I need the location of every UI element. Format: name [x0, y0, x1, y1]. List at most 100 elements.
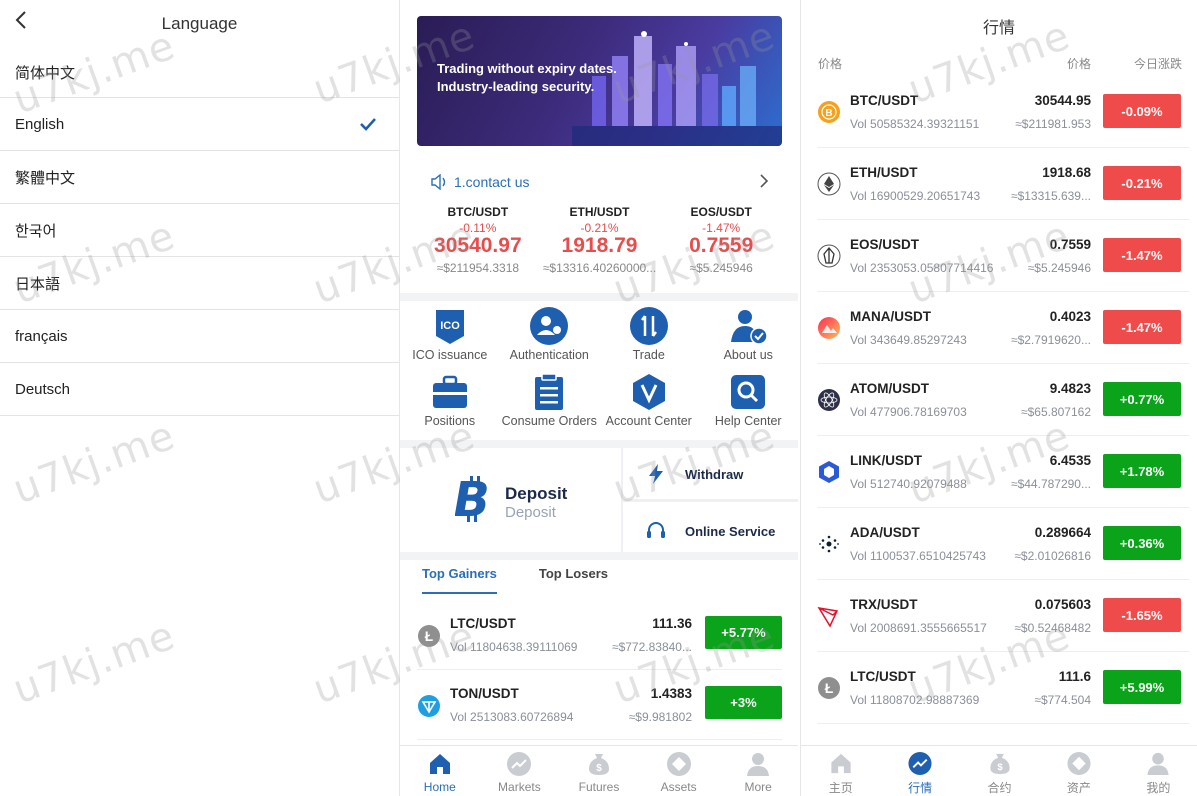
market-row[interactable]: ADA/USDT Vol 1100537.6510425743 0.289664… [817, 508, 1189, 580]
ticker-change: -0.11% [459, 221, 497, 235]
nav-label: Home [423, 780, 456, 794]
promo-banner[interactable]: Trading without expiry dates. Industry-l… [417, 16, 782, 146]
deposit-title: Deposit [505, 484, 568, 503]
ticker-fiat: ≈$13316.40260000... [542, 261, 657, 275]
grid-item-account-center[interactable]: Account Center [599, 368, 699, 438]
grid-item-ico[interactable]: ICO ICO issuance [400, 302, 500, 368]
row-fiat: ≈$5.245946 [1027, 261, 1091, 275]
ada-coin-icon [818, 533, 840, 555]
nav-label: 行情 [908, 781, 933, 795]
row-fiat: ≈$9.981802 [628, 710, 692, 724]
row-price: 0.075603 [1034, 597, 1091, 612]
markets-icon [908, 751, 932, 776]
market-row[interactable]: ATOM/USDT Vol 477906.78169703 9.4823 ≈$6… [817, 364, 1189, 436]
language-item-ja[interactable]: 日本語 [0, 257, 399, 310]
language-item-de[interactable]: Deutsch [0, 363, 399, 416]
nav-futures[interactable]: $ 合约 [960, 746, 1039, 796]
divider [623, 499, 798, 502]
market-row[interactable]: ETH/USDT Vol 16900529.20651743 1918.68 ≈… [817, 148, 1189, 220]
row-pair: MANA/USDT [850, 309, 931, 324]
nav-markets[interactable]: 行情 [880, 746, 959, 796]
grid-item-consume-orders[interactable]: Consume Orders [500, 368, 600, 438]
row-price: 1.4383 [650, 686, 692, 701]
market-row[interactable]: TRX/USDT Vol 2008691.3555665517 0.075603… [817, 580, 1189, 652]
ticker-eos[interactable]: EOS/USDT -1.47% 0.7559 ≈$5.245946 [660, 205, 782, 280]
markets-panel: 行情 价格 价格 今日涨跌 B BTC/USDT Vol 50585324.39… [800, 0, 1197, 796]
row-price: 0.289664 [1034, 525, 1091, 540]
grid-item-positions[interactable]: Positions [400, 368, 500, 438]
ticker-pair: BTC/USDT [447, 205, 509, 219]
user-icon [1147, 752, 1169, 776]
grid-item-authentication[interactable]: Authentication [500, 302, 600, 368]
market-row[interactable]: EOS/USDT Vol 2353053.05807714416 0.7559 … [817, 220, 1189, 292]
chevron-right-icon[interactable] [758, 172, 770, 190]
nav-label: 我的 [1146, 781, 1171, 795]
nav-futures[interactable]: $ Futures [559, 746, 639, 796]
nav-assets[interactable]: Assets [639, 746, 719, 796]
section-divider [400, 440, 798, 448]
language-item-zh-cn[interactable]: 简体中文 [0, 48, 399, 98]
language-label: 日本語 [15, 275, 61, 293]
grid-label: ICO issuance [412, 348, 488, 362]
ticker-btc[interactable]: BTC/USDT -0.11% 30540.97 ≈$211954.3318 [417, 205, 539, 280]
row-volume: Vol 343649.85297243 [850, 333, 967, 347]
nav-assets[interactable]: 资产 [1039, 746, 1118, 796]
market-row[interactable]: TON/USDT Vol 2513083.60726894 1.4383 ≈$9… [417, 670, 782, 740]
market-row[interactable]: B BTC/USDT Vol 50585324.39321151 30544.9… [817, 76, 1189, 148]
ticker-price: 30540.97 [434, 234, 522, 257]
row-fiat: ≈$13315.639... [1011, 189, 1091, 203]
ticker-change: -1.47% [702, 221, 741, 235]
svg-text:ICO: ICO [440, 320, 460, 332]
market-row[interactable]: LINK/USDT Vol 512740.92079488 6.4535 ≈$4… [817, 436, 1189, 508]
grid-item-about-us[interactable]: About us [699, 302, 799, 368]
futures-icon: $ [588, 754, 609, 775]
grid-label: About us [723, 348, 773, 362]
ticker-eth[interactable]: ETH/USDT -0.21% 1918.79 ≈$13316.40260000… [539, 205, 661, 280]
tab-top-gainers[interactable]: Top Gainers [422, 566, 497, 594]
notice-bar[interactable]: 1.contact us [430, 170, 770, 194]
svg-text:$: $ [997, 762, 1003, 773]
withdraw-button[interactable]: Withdraw [645, 454, 795, 494]
change-badge: -1.65% [1103, 598, 1181, 632]
market-row[interactable]: Ł LTC/USDT Vol 11804638.39111069 111.36 … [417, 600, 782, 670]
language-item-fr[interactable]: français [0, 310, 399, 363]
market-row[interactable]: MANA/USDT Vol 343649.85297243 0.4023 ≈$2… [817, 292, 1189, 364]
feature-grid: ICO ICO issuance Authentication Trade Ab… [400, 302, 798, 438]
row-pair: LTC/USDT [850, 669, 916, 684]
nav-more[interactable]: More [718, 746, 798, 796]
row-volume: Vol 16900529.20651743 [850, 189, 981, 203]
grid-label: Trade [632, 348, 665, 362]
change-badge: -0.21% [1103, 166, 1181, 200]
nav-markets[interactable]: Markets [480, 746, 560, 796]
grid-item-trade[interactable]: Trade [599, 302, 699, 368]
nav-label: Futures [578, 780, 620, 794]
row-fiat: ≈$65.807162 [1021, 405, 1091, 419]
link-coin-icon [819, 461, 839, 483]
btc-coin-icon: B [818, 101, 840, 123]
deposit-card[interactable]: B Deposit Deposit [400, 448, 620, 552]
language-item-zh-tw[interactable]: 繁體中文 [0, 151, 399, 204]
row-volume: Vol 1100537.6510425743 [850, 549, 986, 563]
ltc-coin-icon: Ł [818, 677, 840, 699]
market-row[interactable]: Ł LTC/USDT Vol 11808702.98887369 111.6 ≈… [817, 652, 1189, 724]
nav-label: Assets [660, 780, 697, 794]
ton-coin-icon [418, 695, 440, 717]
withdraw-label: Withdraw [685, 466, 744, 482]
language-label: 简体中文 [15, 65, 76, 82]
tab-top-losers[interactable]: Top Losers [539, 566, 608, 594]
online-service-button[interactable]: Online Service [645, 511, 795, 551]
row-price: 1918.68 [1042, 165, 1091, 180]
nav-mine[interactable]: 我的 [1119, 746, 1197, 796]
nav-home[interactable]: Home [400, 746, 480, 796]
change-badge: +5.77% [705, 616, 782, 649]
language-item-ko[interactable]: 한국어 [0, 204, 399, 257]
language-item-en[interactable]: English [0, 98, 399, 151]
nav-home[interactable]: 主页 [801, 746, 880, 796]
row-fiat: ≈$211981.953 [1015, 117, 1091, 131]
user-icon [747, 753, 770, 776]
grid-item-help-center[interactable]: Help Center [699, 368, 799, 438]
gainers-losers-tabs: Top Gainers Top Losers [422, 566, 650, 594]
language-panel: Language 简体中文 English 繁體中文 한국어 日本語 franç… [0, 0, 400, 796]
nav-label: Markets [498, 780, 541, 794]
row-pair: LINK/USDT [850, 453, 922, 468]
